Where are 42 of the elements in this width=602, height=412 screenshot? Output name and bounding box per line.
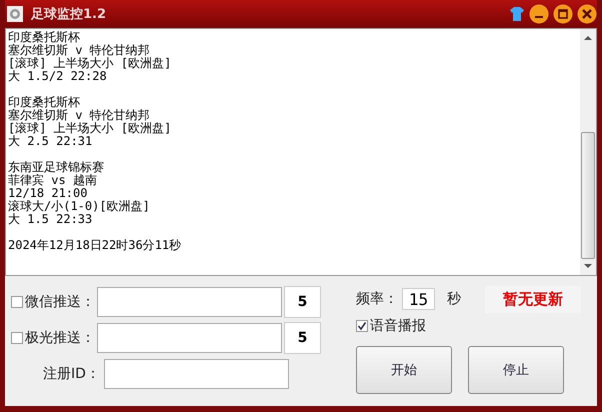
input-field[interactable] [97, 287, 282, 317]
log-line: 滚球大/小(1-0)[欧洲盘] [8, 200, 150, 213]
action-button[interactable]: 开始 [356, 346, 452, 394]
scrollbar[interactable] [580, 29, 596, 275]
scroll-up-icon[interactable] [584, 35, 592, 41]
checkbox[interactable] [356, 320, 368, 332]
minimize-icon[interactable] [529, 4, 549, 24]
field-label: 微信推送： [25, 293, 95, 311]
log-line: 菲律宾 vs 越南 [8, 174, 97, 187]
log-line: 印度桑托斯杯 [8, 96, 80, 109]
checkbox[interactable] [11, 296, 23, 308]
log-line: 大 1.5 22:33 [8, 213, 92, 226]
action-button[interactable]: 停止 [468, 346, 564, 394]
input-field[interactable] [97, 323, 282, 353]
app-icon [7, 6, 23, 22]
log-line: 2024年12月18日22时36分11秒 [8, 239, 182, 252]
log-line: 大 1.5/2 22:28 [8, 70, 107, 83]
register-id-field[interactable] [104, 359, 289, 389]
window-title: 足球监控1.2 [31, 6, 106, 23]
maximize-icon[interactable] [553, 4, 573, 24]
field-label: 极光推送： [25, 329, 95, 347]
log-line: 印度桑托斯杯 [8, 31, 80, 44]
log-line: 大 2.5 22:31 [8, 135, 92, 148]
scroll-thumb[interactable] [581, 132, 595, 259]
frequency-field[interactable]: 15 [402, 288, 435, 310]
scroll-down-icon[interactable] [584, 263, 592, 269]
count-field[interactable]: 5 [284, 322, 321, 354]
close-icon[interactable] [577, 4, 597, 24]
shirt-icon[interactable] [509, 6, 525, 22]
checkbox[interactable] [11, 332, 23, 344]
checkbox-label: 语音播报 [370, 317, 426, 335]
log-line: 12/18 21:00 [8, 187, 88, 200]
log-line: 塞尔维切斯 v 特伦甘纳邦 [8, 44, 150, 57]
log-line: [滚球] 上半场大小 [欧洲盘] [8, 57, 172, 70]
log-line: 东南亚足球锦标赛 [8, 161, 104, 174]
unit-label: 秒 [447, 290, 461, 308]
log-line: 塞尔维切斯 v 特伦甘纳邦 [8, 109, 150, 122]
frequency-label: 频率： [356, 290, 398, 308]
field-label: 注册ID： [43, 365, 100, 383]
count-field[interactable]: 5 [284, 286, 321, 318]
log-line: [滚球] 上半场大小 [欧洲盘] [8, 122, 172, 135]
status-text: 暂无更新 [485, 286, 581, 312]
